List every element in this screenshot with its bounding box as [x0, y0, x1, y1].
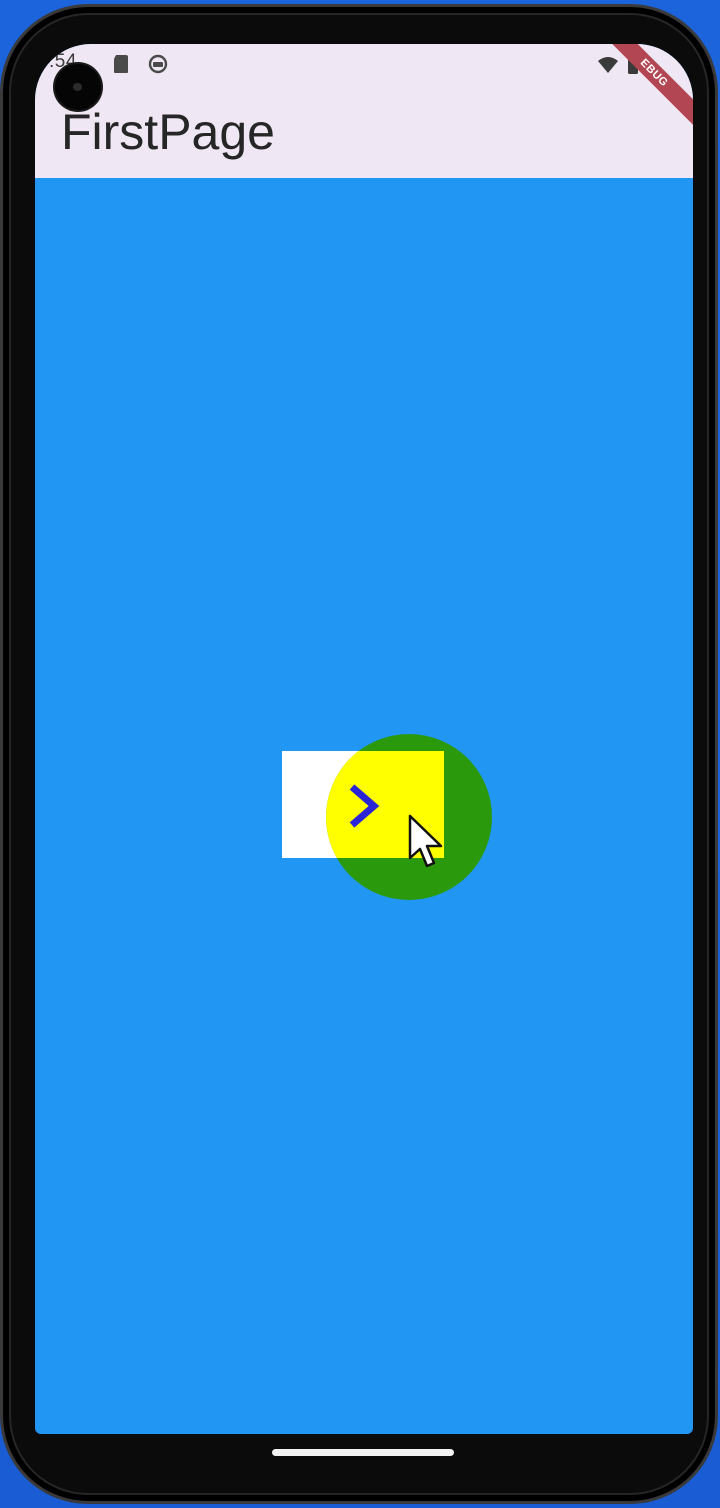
- status-bar: :54: [35, 44, 693, 82]
- device-screen: :54 FirstPage EBUG: [35, 44, 693, 1434]
- wifi-icon: [597, 56, 619, 79]
- desktop-background: :54 FirstPage EBUG: [0, 0, 720, 1508]
- chevron-right-icon[interactable]: [344, 781, 384, 831]
- mouse-cursor-icon: [408, 814, 448, 872]
- vpn-icon: [148, 54, 168, 79]
- home-indicator[interactable]: [272, 1449, 454, 1456]
- page-title: FirstPage: [61, 104, 275, 160]
- front-camera: [55, 64, 101, 110]
- sd-card-icon: [113, 54, 129, 79]
- app-bar: :54 FirstPage: [35, 44, 693, 178]
